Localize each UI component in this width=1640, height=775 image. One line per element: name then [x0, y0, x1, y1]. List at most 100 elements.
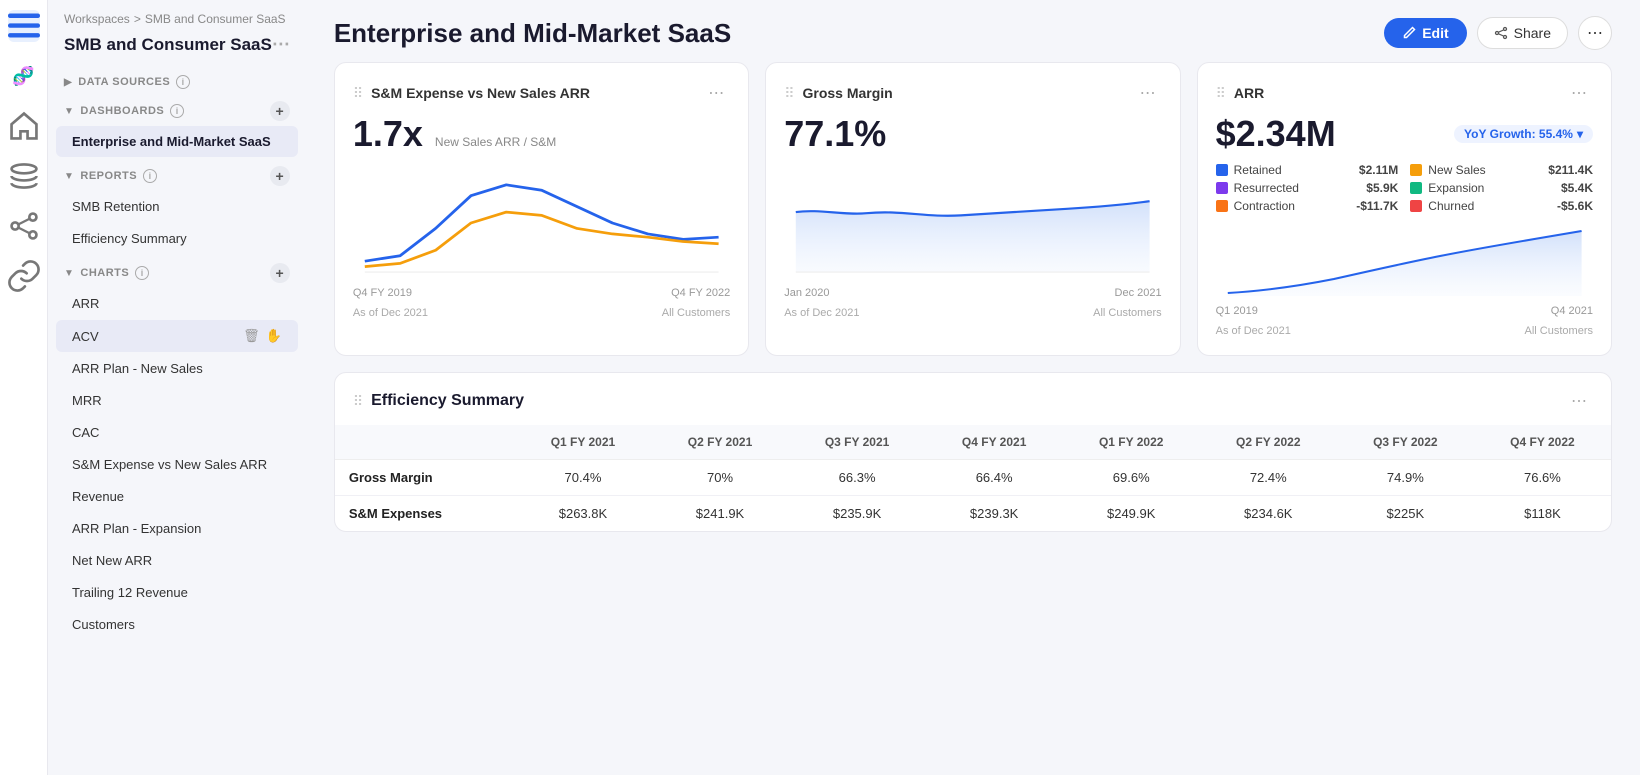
arr-card-menu[interactable]: ⋯ [1565, 81, 1593, 105]
breadcrumb-workspace[interactable]: Workspaces [64, 12, 130, 26]
section-charts[interactable]: ▼ CHARTS i + [48, 255, 306, 287]
nav-icon-share[interactable] [8, 210, 40, 242]
sm-card-title: S&M Expense vs New Sales ARR [371, 85, 694, 101]
section-reports[interactable]: ▼ REPORTS i + [48, 158, 306, 190]
drag-acv-icon[interactable]: ✋ [266, 328, 282, 344]
arr-chart [1216, 221, 1593, 301]
drag-handle-sm[interactable]: ⠿ [353, 85, 363, 102]
col-header-q3-2022: Q3 FY 2022 [1337, 425, 1474, 460]
arr-chart-labels: Q1 2019 Q4 2021 [1216, 305, 1593, 317]
efficiency-table: Q1 FY 2021 Q2 FY 2021 Q3 FY 2021 Q4 FY 2… [335, 425, 1611, 531]
col-header-q1-2022: Q1 FY 2022 [1063, 425, 1200, 460]
drag-handle-gm[interactable]: ⠿ [784, 85, 794, 102]
row-label-gross-margin: Gross Margin [335, 460, 515, 496]
section-arrow-charts: ▼ [64, 268, 74, 279]
info-icon-charts[interactable]: i [135, 266, 149, 280]
sidebar-item-arr-plan-expansion[interactable]: ARR Plan - Expansion [56, 513, 298, 544]
legend-contraction: Contraction -$11.7K [1216, 199, 1399, 213]
sidebar-item-cac[interactable]: CAC [56, 417, 298, 448]
legend-new-sales: New Sales $211.4K [1410, 163, 1593, 177]
efficiency-table-wrap: Q1 FY 2021 Q2 FY 2021 Q3 FY 2021 Q4 FY 2… [335, 425, 1611, 531]
more-options-button[interactable]: ⋯ [1578, 16, 1612, 50]
gm-card-menu[interactable]: ⋯ [1134, 81, 1162, 105]
info-icon-reports[interactable]: i [143, 169, 157, 183]
sidebar-item-arr[interactable]: ARR [56, 288, 298, 319]
col-header-q2-2022: Q2 FY 2022 [1200, 425, 1337, 460]
sm-card-footer: As of Dec 2021 All Customers [353, 307, 730, 319]
sm-q2-2021: $241.9K [651, 496, 788, 532]
gm-q2-2021: 70% [651, 460, 788, 496]
col-header-label [335, 425, 515, 460]
workspace-title: SMB and Consumer SaaS [64, 35, 272, 55]
sidebar-item-revenue[interactable]: Revenue [56, 481, 298, 512]
workspace-more-icon[interactable]: ⋯ [272, 34, 290, 55]
share-button[interactable]: Share [1477, 17, 1568, 49]
sidebar-item-customers[interactable]: Customers [56, 609, 298, 640]
col-header-q3-2021: Q3 FY 2021 [789, 425, 926, 460]
add-report-btn[interactable]: + [270, 166, 290, 186]
arr-metric-value: $2.34M [1216, 113, 1336, 155]
section-label-dashboards: DASHBOARDS [80, 105, 164, 117]
section-arrow-dashboards: ▼ [64, 106, 74, 117]
gm-q1-2022: 69.6% [1063, 460, 1200, 496]
section-label-data-sources: DATA SOURCES [78, 76, 170, 88]
sm-q2-2022: $234.6K [1200, 496, 1337, 532]
row-label-sm-expenses: S&M Expenses [335, 496, 515, 532]
drag-handle-efficiency[interactable]: ⠿ [353, 393, 363, 410]
add-chart-btn[interactable]: + [270, 263, 290, 283]
gm-card-title: Gross Margin [802, 85, 1125, 101]
col-header-q2-2021: Q2 FY 2021 [651, 425, 788, 460]
sidebar-item-acv[interactable]: ACV 🗑 ✋ [56, 320, 298, 352]
add-dashboard-btn[interactable]: + [270, 101, 290, 121]
sidebar-item-efficiency-summary[interactable]: Efficiency Summary [56, 223, 298, 254]
sm-chart [353, 163, 730, 283]
sidebar-item-mrr[interactable]: MRR [56, 385, 298, 416]
section-dashboards[interactable]: ▼ DASHBOARDS i + [48, 93, 306, 125]
sidebar-item-enterprise-dashboard[interactable]: Enterprise and Mid-Market SaaS [56, 126, 298, 157]
info-icon-data-sources[interactable]: i [176, 75, 190, 89]
nav-icon-home[interactable] [8, 110, 40, 142]
efficiency-summary-card: ⠿ Efficiency Summary ⋯ Q1 FY 2021 Q2 FY … [334, 372, 1612, 532]
breadcrumb-current: SMB and Consumer SaaS [145, 12, 286, 26]
sm-chart-labels: Q4 FY 2019 Q4 FY 2022 [353, 287, 730, 299]
nav-icon-dna[interactable]: 🧬 [8, 60, 40, 92]
sidebar-item-trailing-12-revenue[interactable]: Trailing 12 Revenue [56, 577, 298, 608]
sm-card-menu[interactable]: ⋯ [702, 81, 730, 105]
section-arrow-reports: ▼ [64, 171, 74, 182]
sm-q1-2022: $249.9K [1063, 496, 1200, 532]
gross-margin-card: ⠿ Gross Margin ⋯ 77.1% [765, 62, 1180, 356]
sidebar-item-net-new-arr[interactable]: Net New ARR [56, 545, 298, 576]
nav-icon-link[interactable] [8, 260, 40, 292]
sm-q4-2022: $118K [1474, 496, 1611, 532]
legend-resurrected: Resurrected $5.9K [1216, 181, 1399, 195]
table-row-sm-expenses: S&M Expenses $263.8K $241.9K $235.9K $23… [335, 496, 1611, 532]
arr-card: ⠿ ARR ⋯ $2.34M YoY Growth: 55.4% ▾ Retai… [1197, 62, 1612, 356]
gm-q3-2022: 74.9% [1337, 460, 1474, 496]
nav-icon-layers[interactable] [8, 160, 40, 192]
arr-yoy-badge: YoY Growth: 55.4% ▾ [1454, 125, 1593, 143]
table-row-gross-margin: Gross Margin 70.4% 70% 66.3% 66.4% 69.6%… [335, 460, 1611, 496]
gm-card-footer: As of Dec 2021 All Customers [784, 307, 1161, 319]
efficiency-menu[interactable]: ⋯ [1565, 389, 1593, 413]
col-header-q4-2022: Q4 FY 2022 [1474, 425, 1611, 460]
gm-q3-2021: 66.3% [789, 460, 926, 496]
page-title: Enterprise and Mid-Market SaaS [334, 18, 731, 49]
drag-handle-arr[interactable]: ⠿ [1216, 85, 1226, 102]
col-header-q1-2021: Q1 FY 2021 [514, 425, 651, 460]
info-icon-dashboards[interactable]: i [170, 104, 184, 118]
arr-legend: Retained $2.11M New Sales $211.4K Resurr… [1216, 163, 1593, 213]
nav-icon-menu[interactable] [8, 10, 40, 42]
sm-metric-value: 1.7x [353, 113, 423, 155]
arr-card-footer: As of Dec 2021 All Customers [1216, 325, 1593, 337]
sidebar-item-sm-expense[interactable]: S&M Expense vs New Sales ARR [56, 449, 298, 480]
gm-q1-2021: 70.4% [514, 460, 651, 496]
section-data-sources[interactable]: ▶ DATA SOURCES i [48, 67, 306, 93]
sidebar-item-arr-plan-new-sales[interactable]: ARR Plan - New Sales [56, 353, 298, 384]
arr-card-title: ARR [1234, 85, 1557, 101]
delete-acv-icon[interactable]: 🗑 [243, 328, 260, 344]
sidebar-item-smb-retention[interactable]: SMB Retention [56, 191, 298, 222]
edit-button[interactable]: Edit [1384, 18, 1466, 48]
sm-q3-2022: $225K [1337, 496, 1474, 532]
section-arrow-data-sources: ▶ [64, 77, 72, 88]
sm-q4-2021: $239.3K [926, 496, 1063, 532]
